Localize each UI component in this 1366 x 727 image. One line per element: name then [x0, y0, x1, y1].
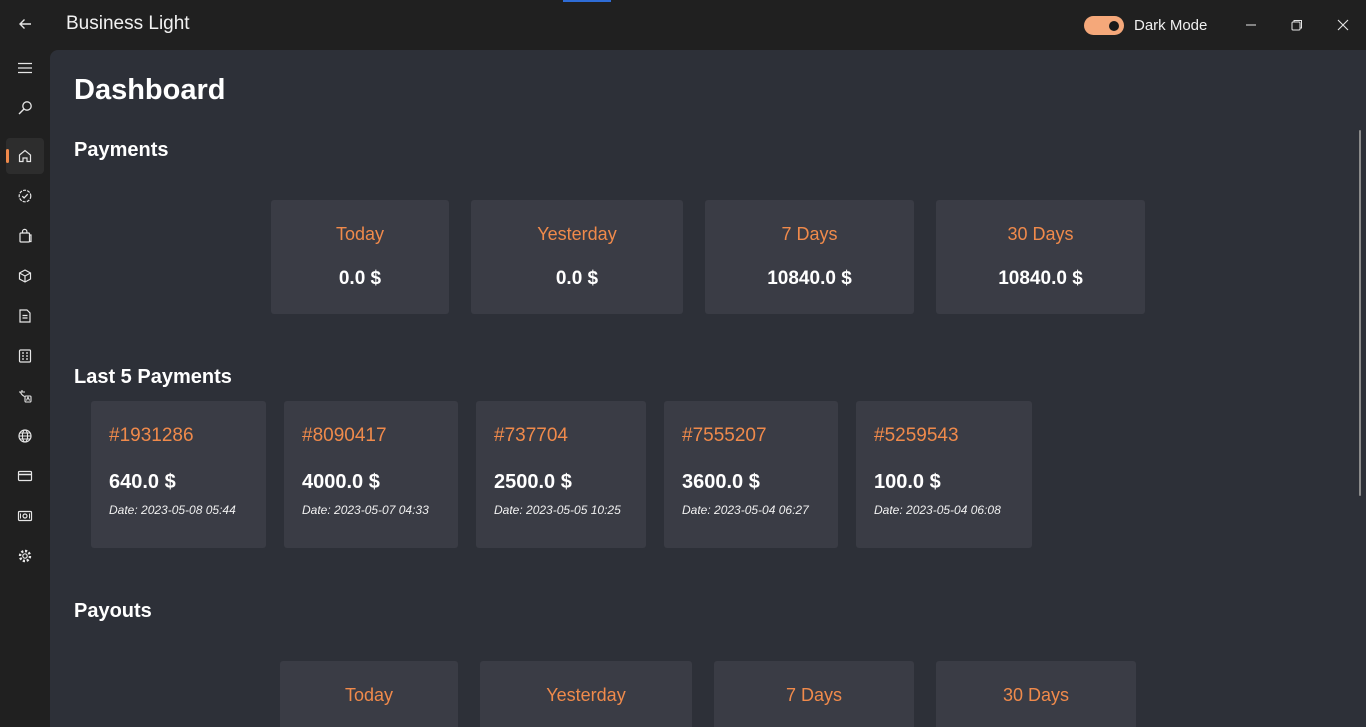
- accent-strip: [563, 0, 611, 2]
- payment-card[interactable]: #1931286 640.0 $ Date: 2023-05-08 05:44: [91, 401, 266, 548]
- dark-mode-toggle[interactable]: [1084, 16, 1124, 35]
- gear-icon: [18, 549, 32, 563]
- restore-icon: [1291, 20, 1302, 31]
- close-button[interactable]: [1320, 10, 1366, 40]
- payments-30days-card: 30 Days 10840.0 $: [936, 200, 1145, 314]
- vertical-scrollbar[interactable]: [1359, 130, 1361, 496]
- sidebar-item-orders[interactable]: [6, 298, 44, 334]
- cash-icon: [17, 510, 33, 522]
- summary-label: 7 Days: [785, 685, 843, 705]
- arrow-left-icon: [19, 19, 31, 29]
- summary-value: 10840.0 $: [998, 268, 1083, 289]
- summary-label: Yesterday: [537, 224, 617, 244]
- sidebar-item-menu[interactable]: [6, 50, 44, 86]
- summary-label: Today: [335, 224, 385, 244]
- payment-id: #737704: [494, 425, 568, 446]
- payment-id: #7555207: [682, 425, 767, 446]
- search-icon: [18, 101, 32, 115]
- sidebar-item-search[interactable]: [6, 90, 44, 126]
- payments-7days-card: 7 Days 10840.0 $: [705, 200, 914, 314]
- payments-title: Payments: [74, 139, 169, 161]
- payouts-7days-card: 7 Days: [714, 661, 914, 727]
- payment-amount: 3600.0 $: [682, 471, 760, 493]
- translate-icon: [19, 390, 32, 403]
- payouts-30days-card: 30 Days: [936, 661, 1136, 727]
- payment-date: Date: 2023-05-07 04:33: [302, 503, 429, 517]
- payouts-today-card: Today: [280, 661, 458, 727]
- payouts-yesterday-card: Yesterday: [480, 661, 692, 727]
- minimize-button[interactable]: [1228, 10, 1274, 40]
- summary-value: 10840.0 $: [767, 268, 852, 289]
- hamburger-icon: [18, 62, 32, 74]
- payment-id: #8090417: [302, 425, 387, 446]
- summary-label: Today: [344, 685, 394, 705]
- summary-label: Yesterday: [546, 685, 626, 705]
- payouts-title: Payouts: [74, 600, 152, 622]
- last-payments-title: Last 5 Payments: [74, 366, 232, 388]
- badge-check-icon: [18, 189, 32, 203]
- payment-amount: 2500.0 $: [494, 471, 572, 493]
- payment-date: Date: 2023-05-08 05:44: [109, 503, 236, 517]
- toggle-knob: [1109, 20, 1119, 31]
- sidebar-item-home[interactable]: [6, 138, 44, 174]
- payment-card[interactable]: #5259543 100.0 $ Date: 2023-05-04 06:08: [856, 401, 1032, 548]
- summary-label: 30 Days: [1002, 685, 1070, 705]
- summary-value: 0.0 $: [338, 268, 382, 289]
- payment-id: #5259543: [874, 425, 959, 446]
- sidebar-item-badge[interactable]: [6, 178, 44, 214]
- summary-label: 30 Days: [1007, 224, 1074, 244]
- sidebar-item-money[interactable]: [6, 498, 44, 534]
- sidebar-item-shopping[interactable]: [6, 218, 44, 254]
- sidebar-item-cards[interactable]: [6, 458, 44, 494]
- payment-amount: 4000.0 $: [302, 471, 380, 493]
- title-bar: Business Light Dark Mode: [0, 0, 1366, 50]
- sidebar-item-settings[interactable]: [6, 538, 44, 574]
- payments-today-card: Today 0.0 $: [271, 200, 449, 314]
- payment-card[interactable]: #7555207 3600.0 $ Date: 2023-05-04 06:27: [664, 401, 838, 548]
- payment-date: Date: 2023-05-04 06:27: [682, 503, 809, 517]
- home-icon: [18, 149, 32, 163]
- payment-amount: 640.0 $: [109, 471, 176, 493]
- payment-card[interactable]: #737704 2500.0 $ Date: 2023-05-05 10:25: [476, 401, 646, 548]
- back-button[interactable]: [10, 10, 40, 38]
- summary-value: 0.0 $: [555, 268, 599, 289]
- credit-card-icon: [17, 470, 33, 482]
- close-icon: [1337, 19, 1349, 31]
- payments-yesterday-card: Yesterday 0.0 $: [471, 200, 683, 314]
- app-title: Business Light: [66, 13, 190, 34]
- receipt-icon: [18, 349, 32, 363]
- page-title: Dashboard: [74, 74, 226, 106]
- payment-amount: 100.0 $: [874, 471, 941, 493]
- box-icon: [18, 269, 32, 283]
- payment-card[interactable]: #8090417 4000.0 $ Date: 2023-05-07 04:33: [284, 401, 458, 548]
- sidebar-item-global[interactable]: [6, 418, 44, 454]
- clipboard-icon: [19, 309, 31, 323]
- sidebar-item-invoices[interactable]: [6, 338, 44, 374]
- sidebar: [0, 50, 50, 727]
- sidebar-item-products[interactable]: [6, 258, 44, 294]
- restore-button[interactable]: [1274, 10, 1320, 40]
- minimize-icon: [1246, 24, 1256, 26]
- dark-mode-label: Dark Mode: [1134, 17, 1208, 34]
- globe-icon: [18, 429, 32, 443]
- main-content: Dashboard Payments Today 0.0 $ Yesterday…: [50, 50, 1366, 727]
- summary-label: 7 Days: [781, 224, 838, 244]
- payment-id: #1931286: [109, 425, 194, 446]
- shopping-bag-icon: [19, 228, 32, 243]
- sidebar-item-translate[interactable]: [6, 378, 44, 414]
- payment-date: Date: 2023-05-05 10:25: [494, 503, 621, 517]
- active-indicator: [6, 149, 9, 163]
- payment-date: Date: 2023-05-04 06:08: [874, 503, 1001, 517]
